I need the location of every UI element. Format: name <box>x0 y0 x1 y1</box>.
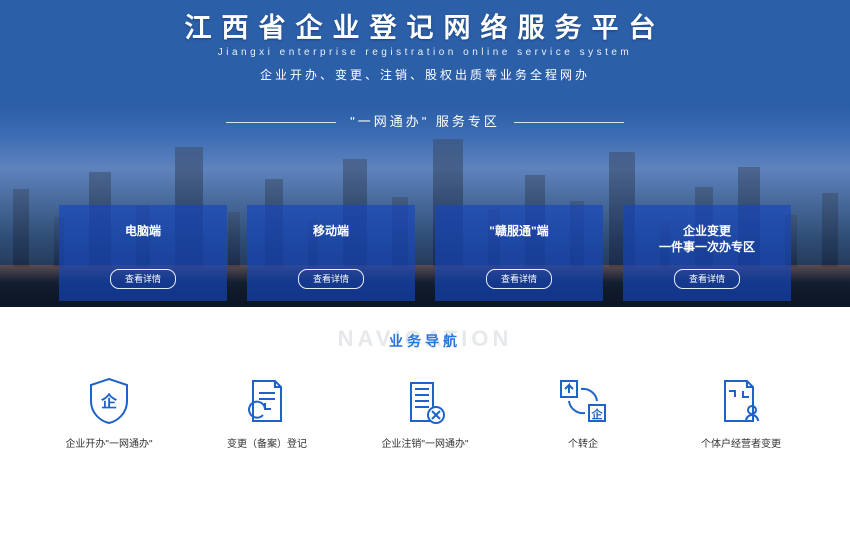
card-title: 移动端 <box>313 223 349 239</box>
card-detail-button[interactable]: 查看详情 <box>110 269 176 289</box>
nav-item-operator-change[interactable]: 个体户经营者变更 <box>691 375 791 450</box>
nav-item-enterprise-open[interactable]: 企 企业开办"一网通办" <box>59 375 159 450</box>
nav-label: 企业注销"一网通办" <box>381 435 468 450</box>
nav-item-change-register[interactable]: 变更（备案）登记 <box>217 375 317 450</box>
nav-label: 个转企 <box>568 435 598 450</box>
service-cards: 电脑端 查看详情 移动端 查看详情 "赣服通"端 查看详情 企业变更 一件事一次… <box>59 205 791 301</box>
svg-text:企: 企 <box>591 407 604 421</box>
card-title: "赣服通"端 <box>489 223 548 239</box>
card-ganfutong[interactable]: "赣服通"端 查看详情 <box>435 205 603 301</box>
navigation-heading-text: 业务导航 <box>389 333 461 349</box>
card-title: 电脑端 <box>125 223 161 239</box>
page-subtitle-en: Jiangxi enterprise registration online s… <box>0 47 850 58</box>
zone-label: "一网通办" 服务专区 <box>0 111 850 130</box>
nav-label: 个体户经营者变更 <box>701 435 781 450</box>
card-mobile[interactable]: 移动端 查看详情 <box>247 205 415 301</box>
card-change-onestop[interactable]: 企业变更 一件事一次办专区 查看详情 <box>623 205 791 301</box>
shield-enterprise-icon: 企 <box>87 375 131 425</box>
hero-banner: 江西省企业登记网络服务平台 Jiangxi enterprise registr… <box>0 0 850 307</box>
page-title: 江西省企业登记网络服务平台 <box>0 0 850 45</box>
nav-item-enterprise-cancel[interactable]: 企业注销"一网通办" <box>375 375 475 450</box>
card-detail-button[interactable]: 查看详情 <box>298 269 364 289</box>
navigation-heading: NAVIGATION 业务导航 <box>389 331 461 351</box>
document-user-icon <box>719 375 763 425</box>
navigation-section: NAVIGATION 业务导航 企 企业开办"一网通办" <box>0 307 850 450</box>
nav-item-individual-to-enterprise[interactable]: 企 个转企 <box>533 375 633 450</box>
card-detail-button[interactable]: 查看详情 <box>674 269 740 289</box>
convert-icon: 企 <box>557 375 609 425</box>
document-refresh-icon <box>245 375 289 425</box>
building-cancel-icon <box>403 375 447 425</box>
card-detail-button[interactable]: 查看详情 <box>486 269 552 289</box>
card-desktop[interactable]: 电脑端 查看详情 <box>59 205 227 301</box>
card-title: 企业变更 一件事一次办专区 <box>659 223 755 255</box>
page-subtitle-cn: 企业开办、变更、注销、股权出质等业务全程网办 <box>0 66 850 83</box>
nav-label: 企业开办"一网通办" <box>65 435 152 450</box>
navigation-items: 企 企业开办"一网通办" 变更（备案）登记 <box>0 375 850 450</box>
nav-label: 变更（备案）登记 <box>227 435 307 450</box>
svg-text:企: 企 <box>100 392 118 411</box>
